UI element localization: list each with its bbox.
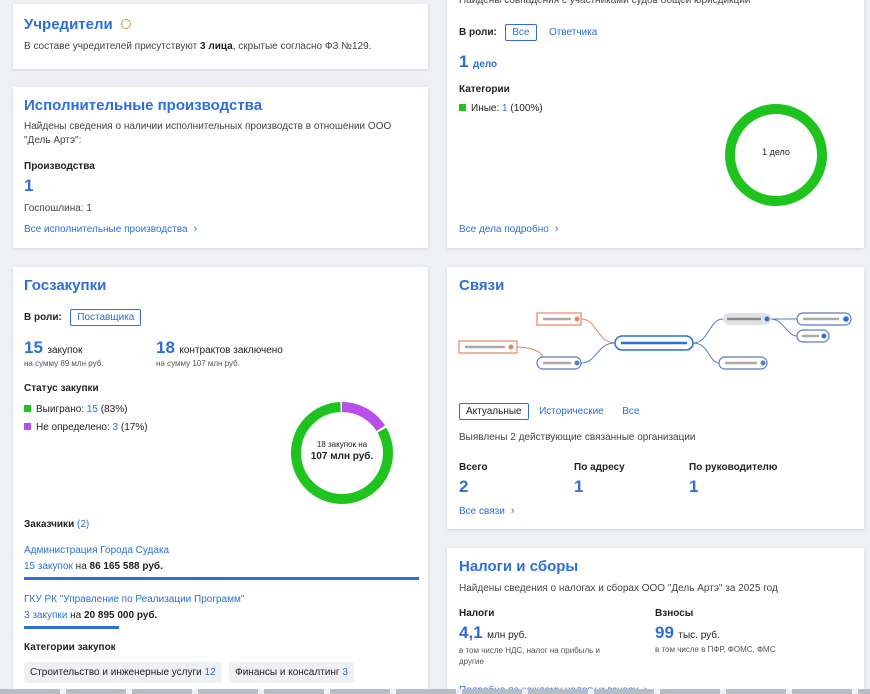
graph-node-blue-3 (796, 312, 852, 326)
customer-share-bar (24, 626, 119, 629)
procurement-card: Госзакупки В роли: Поставщика 15 закупок… (13, 267, 428, 694)
links-total[interactable]: Всего 2 (459, 462, 488, 497)
enforcement-desc: Найдены сведения о наличии исполнительны… (24, 121, 392, 146)
courts-link[interactable]: Все дела подробно › (459, 223, 558, 235)
category-chip[interactable]: Строительство и инженерные услуги 12 (24, 662, 222, 683)
links-graph[interactable] (447, 307, 864, 377)
graph-node-blue-1 (536, 356, 582, 370)
enforcement-title[interactable]: Исполнительные производства (24, 97, 262, 114)
tab-all[interactable]: Все (622, 406, 639, 417)
procurement-categories-label: Категории закупок (24, 642, 116, 653)
courts-donut-label: 1 дело (762, 147, 790, 157)
founders-text: В составе учредителей присутствуют 3 лиц… (24, 41, 372, 52)
customer-share-bar (24, 577, 419, 580)
links-title[interactable]: Связи (459, 277, 504, 294)
courts-role-label: В роли: (459, 27, 497, 38)
graph-edge (692, 318, 724, 344)
chevron-right-icon: › (554, 223, 559, 235)
category-chip[interactable]: Финансы и консалтинг 3 (229, 662, 354, 683)
legend-dot (24, 405, 31, 412)
links-summary: Выявлены 2 действующие связанные организ… (459, 432, 696, 443)
tab-current[interactable]: Актуальные (459, 403, 529, 420)
links-link[interactable]: Все связи › (459, 505, 514, 517)
taxes-block[interactable]: Налоги 4,1 млн руб. в том числе НДС, нал… (459, 608, 609, 667)
courts-cases[interactable]: 1 дело (459, 52, 497, 72)
procurement-purchases[interactable]: 15 закупок на сумму 89 млн руб. (24, 338, 104, 368)
courts-card: Найдены совпадения с участниками судов о… (447, 0, 864, 248)
procurement-role-label: В роли: (24, 312, 62, 323)
graph-node-blue-4 (796, 329, 830, 343)
graph-edge (692, 342, 720, 364)
customer-item-0[interactable]: Администрация Города Судака 15 закупок н… (24, 545, 419, 580)
links-tabs: Актуальные Исторические Все (459, 401, 639, 420)
courts-category-row: Иные: 1 (100%) (459, 103, 543, 114)
clock-icon (121, 19, 132, 29)
role-supplier-button[interactable]: Поставщика (70, 309, 142, 326)
procurement-donut-label: 18 закупок на 107 млн руб. (310, 440, 374, 462)
courts-header-text: Найдены совпадения с участниками судов о… (459, 0, 751, 6)
taxes-card: Налоги и сборы Найдены сведения о налога… (447, 548, 864, 694)
page-scroll-edge (0, 689, 870, 694)
procurement-title[interactable]: Госзакупки (24, 277, 106, 294)
customers-label: Заказчики (2) (24, 519, 90, 530)
graph-node-red-1 (536, 312, 582, 326)
legend-dot (24, 423, 31, 430)
enforcement-link[interactable]: Все исполнительные производства › (24, 223, 197, 235)
enforcement-count[interactable]: 1 (24, 176, 33, 196)
procurement-chips: Строительство и инженерные услуги 12 Фин… (24, 662, 354, 683)
graph-node-gray (723, 313, 771, 325)
taxes-title[interactable]: Налоги и сборы (459, 558, 578, 575)
links-card: Связи Актуальные Исторические Все Выявле… (447, 267, 864, 529)
procurement-contracts[interactable]: 18 контрактов заключено на сумму 107 млн… (156, 338, 283, 368)
role-all-button[interactable]: Все (505, 24, 537, 41)
enforcement-card: Исполнительные производства Найдены свед… (13, 87, 428, 248)
chevron-right-icon: › (510, 505, 515, 517)
graph-node-blue-2 (718, 356, 768, 370)
chevron-right-icon: › (193, 223, 198, 235)
links-address[interactable]: По адресу 1 (574, 462, 625, 497)
tab-history[interactable]: Исторические (539, 406, 604, 417)
customer-item-1[interactable]: ГКУ РК "Управление по Реализации Програм… (24, 594, 419, 629)
enforcement-fee: Госпошлина: 1 (24, 203, 92, 214)
graph-edge (580, 342, 616, 364)
status-undef-row: Не определено: 3 (17%) (24, 422, 148, 433)
founders-title[interactable]: Учредители (24, 16, 113, 33)
procurement-status-label: Статус закупки (24, 383, 99, 394)
graph-node-red-2 (458, 340, 518, 354)
taxes-desc: Найдены сведения о налогах и сборах ООО … (459, 583, 778, 594)
founders-count: 3 лица (200, 41, 233, 52)
links-manager[interactable]: По руководителю 1 (689, 462, 777, 497)
graph-edge (580, 318, 616, 344)
founders-card: Учредители В составе учредителей присутс… (13, 4, 428, 69)
role-defendant-button[interactable]: Ответчика (549, 27, 597, 38)
status-won-row: Выиграно: 15 (83%) (24, 404, 127, 415)
courts-categories-label: Категории (459, 84, 510, 95)
contributions-block[interactable]: Взносы 99 тыс. руб. в том числе в ПФР, Ф… (655, 608, 835, 654)
enforcement-label: Производства (24, 161, 95, 172)
legend-dot (459, 104, 466, 111)
graph-node-main (614, 335, 694, 351)
graph-edge (770, 318, 798, 337)
